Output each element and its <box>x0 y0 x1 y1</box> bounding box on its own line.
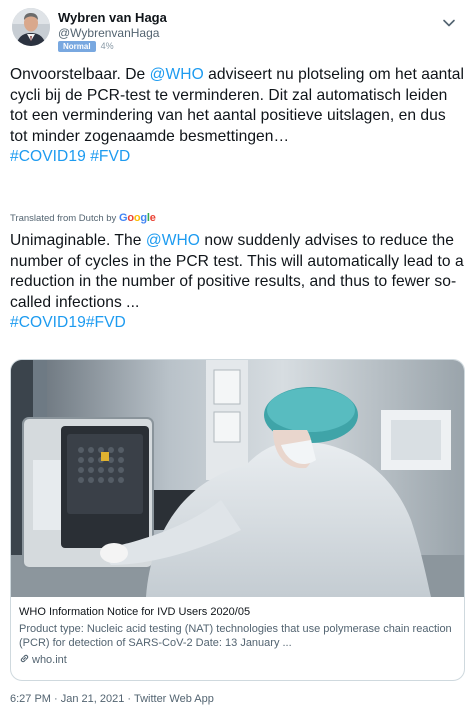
link-icon <box>20 654 29 663</box>
author-handle[interactable]: @WybrenvanHaga <box>58 26 167 40</box>
author-display-name[interactable]: Wybren van Haga <box>58 10 167 25</box>
translation-mention-who[interactable]: @WHO <box>146 232 200 249</box>
tweet-time[interactable]: 6:27 PM <box>10 693 51 705</box>
tweet-header: Wybren van Haga @WybrenvanHaga Normal 4% <box>12 8 463 52</box>
meta-separator: · <box>50 693 61 705</box>
badge-percent: 4% <box>100 41 114 51</box>
hashtag-fvd[interactable]: #FVD <box>90 148 130 165</box>
translation-text-part1: Unimaginable. The <box>10 232 146 249</box>
translated-from-text: Translated from Dutch by <box>10 213 117 224</box>
avatar-photo <box>12 8 50 46</box>
tweet-source[interactable]: Twitter Web App <box>134 693 214 705</box>
card-image[interactable] <box>11 360 464 597</box>
meta-separator: · <box>124 693 134 705</box>
avatar[interactable] <box>12 8 50 46</box>
badge-row: Normal 4% <box>58 41 167 53</box>
tweet-text-translation: Unimaginable. The @WHO now suddenly advi… <box>10 231 465 334</box>
google-logo[interactable]: Google <box>119 212 156 224</box>
link-card[interactable]: WHO Information Notice for IVD Users 202… <box>10 359 465 681</box>
mention-who[interactable]: @WHO <box>150 66 204 83</box>
translation-hashtag-fvd[interactable]: #FVD <box>86 314 126 331</box>
card-domain: who.int <box>19 653 456 667</box>
tweet-text-original: Onvoorstelbaar. De @WHO adviseert nu plo… <box>10 65 465 168</box>
card-title: WHO Information Notice for IVD Users 202… <box>19 606 251 618</box>
card-domain-text: who.int <box>32 654 67 666</box>
translation-hashtag-covid19[interactable]: #COVID19 <box>10 314 86 331</box>
chevron-down-icon[interactable] <box>441 16 457 30</box>
tweet: Wybren van Haga @WybrenvanHaga Normal 4% … <box>0 0 475 714</box>
lab-photo-image <box>11 360 464 597</box>
author-names: Wybren van Haga @WybrenvanHaga Normal 4% <box>58 10 167 53</box>
card-description: Product type: Nucleic acid testing (NAT)… <box>19 623 452 649</box>
card-text: WHO Information Notice for IVD Users 202… <box>19 605 456 667</box>
hashtag-covid19[interactable]: #COVID19 <box>10 148 86 165</box>
original-text-part1: Onvoorstelbaar. De <box>10 66 150 83</box>
tweet-date[interactable]: Jan 21, 2021 <box>61 693 125 705</box>
tweet-meta: 6:27 PM · Jan 21, 2021 · Twitter Web App <box>10 693 214 705</box>
translated-from-label: Translated from Dutch by Google <box>10 212 156 224</box>
status-badge: Normal <box>58 41 96 52</box>
